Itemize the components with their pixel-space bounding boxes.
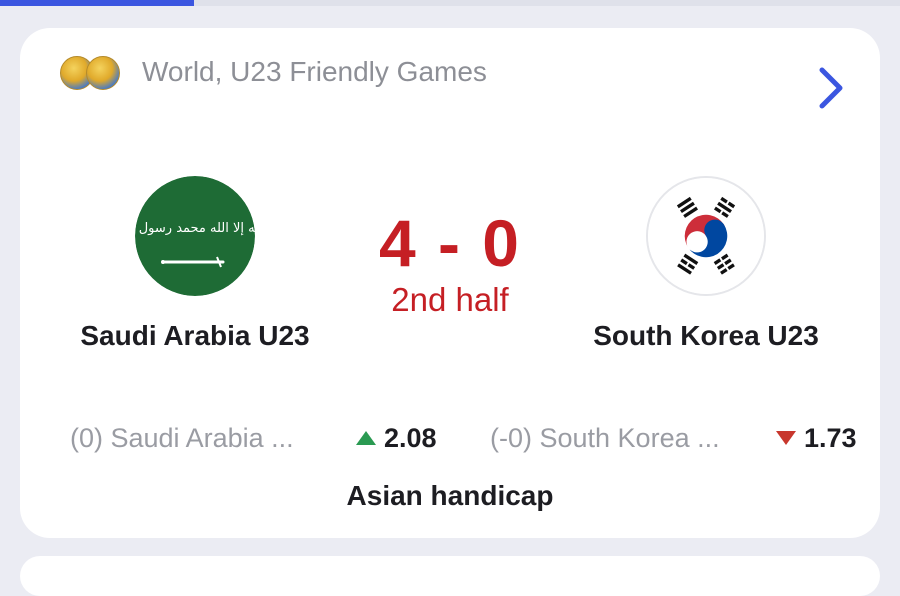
home-odds-option[interactable]: (0) Saudi Arabia ... (70, 418, 294, 458)
home-odds-button[interactable]: 2.08 (356, 418, 442, 458)
league-header[interactable]: World, U23 Friendly Games (60, 52, 487, 92)
score-block: 4 - 0 2nd half (340, 208, 560, 320)
arrow-up-icon (356, 431, 376, 445)
away-odds-value: 1.73 (804, 422, 857, 453)
match-score: 4 - 0 (378, 206, 522, 280)
away-team[interactable]: South Korea U23 (546, 176, 866, 352)
flag-script: لا إله إلا الله محمد رسول الله (135, 221, 255, 236)
loading-progress-bar (0, 0, 900, 6)
home-team-name: Saudi Arabia U23 (80, 320, 310, 351)
next-match-card[interactable] (20, 556, 880, 596)
chevron-right-icon[interactable] (808, 62, 852, 112)
home-team[interactable]: لا إله إلا الله محمد رسول الله Saudi Ara… (35, 176, 355, 352)
odds-row: (0) Saudi Arabia ... 2.08 (-0) South Kor… (0, 418, 900, 458)
loading-progress-fill (0, 0, 194, 6)
south-korea-flag-icon (646, 176, 766, 296)
away-odds-option[interactable]: (-0) South Korea ... (490, 418, 720, 458)
world-cup-balls-icon (60, 52, 122, 92)
home-odds-label: (0) Saudi Arabia ... (70, 422, 294, 453)
away-odds-label: (-0) South Korea ... (490, 422, 720, 453)
saudi-arabia-flag-icon: لا إله إلا الله محمد رسول الله (135, 176, 255, 296)
match-period: 2nd half (391, 281, 509, 318)
league-name: World, U23 Friendly Games (142, 56, 487, 87)
market-label: Asian handicap (346, 480, 554, 511)
away-team-name: South Korea U23 (593, 320, 819, 351)
arrow-down-icon (776, 431, 796, 445)
home-odds-value: 2.08 (384, 422, 437, 453)
ball-icon (86, 56, 120, 90)
away-odds-button[interactable]: 1.73 (776, 418, 864, 458)
